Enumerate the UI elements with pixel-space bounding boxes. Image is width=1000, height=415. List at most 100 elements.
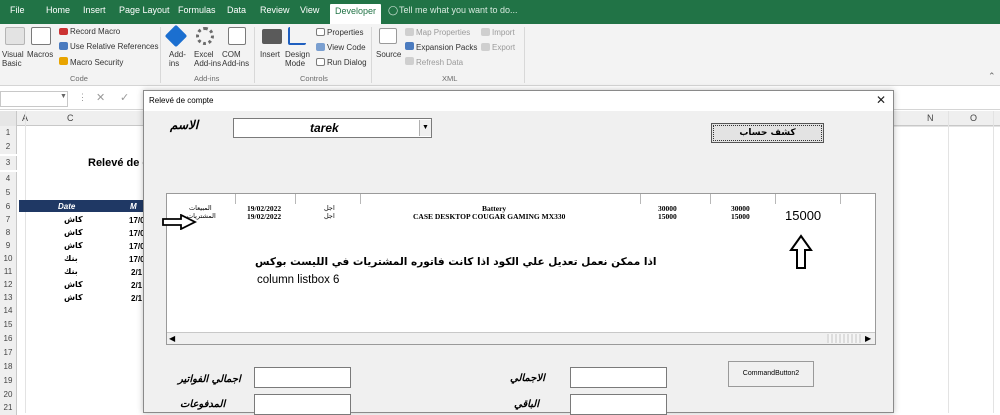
map-properties-button[interactable]: Map Properties: [416, 28, 470, 37]
row-header[interactable]: 5: [0, 186, 17, 200]
table-cell-type[interactable]: بنك: [64, 254, 78, 263]
listbox[interactable]: المبيعات 19/02/2022 اجل Battery 30000 30…: [162, 193, 876, 345]
statement-button[interactable]: كشف حساب: [711, 123, 824, 143]
table-cell-type[interactable]: كاش: [64, 215, 83, 224]
row-header[interactable]: 16: [0, 332, 17, 346]
payments-label: المدفوعات: [180, 399, 226, 410]
table-cell-type[interactable]: بنك: [64, 267, 78, 276]
up-arrow-icon: [789, 234, 813, 269]
tab-formulas[interactable]: Formulas: [178, 5, 216, 15]
code-group-label: Code: [70, 74, 88, 83]
tab-home[interactable]: Home: [46, 5, 70, 15]
table-cell-type[interactable]: كاش: [64, 280, 83, 289]
row-header[interactable]: 8: [0, 226, 17, 240]
expansion-packs-button[interactable]: Expansion Packs: [416, 43, 477, 52]
table-cell-date[interactable]: 2/1: [131, 294, 142, 303]
column-header-c[interactable]: C: [67, 113, 74, 123]
macros-button[interactable]: Macros: [27, 50, 53, 59]
row-header[interactable]: 3: [0, 156, 17, 170]
insert-control-button[interactable]: Insert: [260, 50, 280, 59]
row-header[interactable]: 6: [0, 200, 17, 214]
chevron-down-icon[interactable]: ▼: [60, 93, 67, 100]
close-icon[interactable]: ✕: [876, 93, 886, 107]
name-combobox[interactable]: tarek ▼: [233, 118, 432, 138]
list-item-kind[interactable]: اجل: [324, 204, 335, 212]
collapse-ribbon-icon[interactable]: ⌃: [988, 72, 996, 81]
remaining-field[interactable]: [570, 394, 667, 415]
payments-field[interactable]: [254, 394, 351, 415]
tab-page-layout[interactable]: Page Layout: [119, 5, 170, 15]
total-invoices-field[interactable]: [254, 367, 351, 388]
userform-dialog: Relevé de compte ✕ الاسم tarek ▼ كشف حسا…: [143, 90, 894, 415]
row-header[interactable]: 1: [0, 126, 17, 140]
export-icon: [481, 43, 490, 51]
design-mode-button[interactable]: Design Mode: [285, 50, 310, 68]
command-button-2[interactable]: CommandButton2: [728, 361, 814, 387]
excel-add-ins-icon: [196, 27, 214, 45]
table-cell-date[interactable]: 2/1: [131, 281, 142, 290]
list-item-date[interactable]: 19/02/2022: [247, 212, 281, 221]
row-header[interactable]: 18: [0, 360, 17, 374]
row-header[interactable]: 15: [0, 318, 17, 332]
row-header[interactable]: 4: [0, 172, 17, 186]
excel-add-ins-button[interactable]: Excel Add-ins: [194, 50, 221, 68]
row-header[interactable]: 9: [0, 239, 17, 253]
row-header[interactable]: 17: [0, 346, 17, 360]
tab-developer[interactable]: Developer: [330, 4, 382, 24]
com-add-ins-button[interactable]: COM Add-ins: [222, 50, 249, 68]
column-header-n[interactable]: N: [927, 113, 934, 123]
scroll-right-icon[interactable]: ▶: [865, 334, 871, 343]
list-item-quantity[interactable]: 15000: [658, 212, 677, 221]
refresh-data-button[interactable]: Refresh Data: [416, 58, 463, 67]
row-header[interactable]: 14: [0, 304, 17, 318]
row-header[interactable]: 20: [0, 388, 17, 402]
xml-source-button[interactable]: Source: [376, 50, 401, 59]
tab-review[interactable]: Review: [260, 5, 290, 15]
remaining-label: الباقي: [514, 399, 540, 410]
table-cell-type[interactable]: كاش: [64, 293, 83, 302]
list-item-kind[interactable]: اجل: [324, 212, 335, 220]
tab-view[interactable]: View: [300, 5, 319, 15]
name-box[interactable]: [0, 91, 68, 107]
refresh-data-icon: [405, 57, 414, 65]
tab-file[interactable]: File: [10, 5, 25, 15]
macro-security-button[interactable]: Macro Security: [70, 58, 123, 67]
tell-me-box[interactable]: Tell me what you want to do...: [399, 5, 518, 15]
scrollbar-thumb[interactable]: [827, 334, 861, 343]
run-dialog-button[interactable]: Run Dialog: [327, 58, 367, 67]
row-header[interactable]: 10: [0, 252, 17, 266]
visual-basic-icon: [5, 27, 25, 45]
tab-data[interactable]: Data: [227, 5, 246, 15]
record-macro-button[interactable]: Record Macro: [70, 27, 120, 36]
listbox-horizontal-scrollbar[interactable]: ◀ ▶: [167, 332, 875, 344]
tab-insert[interactable]: Insert: [83, 5, 106, 15]
table-cell-type[interactable]: كاش: [64, 241, 83, 250]
cancel-entry-icon[interactable]: ✕: [96, 91, 105, 104]
import-button[interactable]: Import: [492, 28, 515, 37]
total-field[interactable]: [570, 367, 667, 388]
add-ins-button[interactable]: Add-ins: [169, 50, 186, 68]
table-cell-type[interactable]: كاش: [64, 228, 83, 237]
relative-references-button[interactable]: Use Relative References: [70, 42, 158, 51]
view-code-button[interactable]: View Code: [327, 43, 366, 52]
toolbox-icon: [262, 29, 282, 44]
confirm-entry-icon[interactable]: ✓: [120, 91, 129, 104]
row-header[interactable]: 19: [0, 374, 17, 388]
select-all-corner[interactable]: [0, 111, 17, 126]
chevron-down-icon[interactable]: ▼: [419, 120, 431, 136]
table-cell-date[interactable]: 2/1: [131, 268, 142, 277]
list-item-description[interactable]: CASE DESKTOP COUGAR GAMING MX330: [413, 212, 565, 221]
list-item-category[interactable]: المبيعات: [189, 204, 212, 212]
row-header[interactable]: 11: [0, 265, 17, 279]
export-button[interactable]: Export: [492, 43, 515, 52]
visual-basic-button[interactable]: Visual Basic: [2, 50, 24, 68]
row-header[interactable]: 13: [0, 291, 17, 305]
row-header[interactable]: 2: [0, 140, 17, 154]
ribbon: Visual Basic Macros Record Macro Use Rela…: [0, 24, 1000, 86]
column-header-o[interactable]: O: [970, 113, 977, 123]
row-header[interactable]: 7: [0, 213, 17, 227]
list-item-amount[interactable]: 15000: [731, 212, 750, 221]
row-header[interactable]: 12: [0, 278, 17, 292]
properties-button[interactable]: Properties: [327, 28, 363, 37]
scroll-left-icon[interactable]: ◀: [169, 334, 175, 343]
